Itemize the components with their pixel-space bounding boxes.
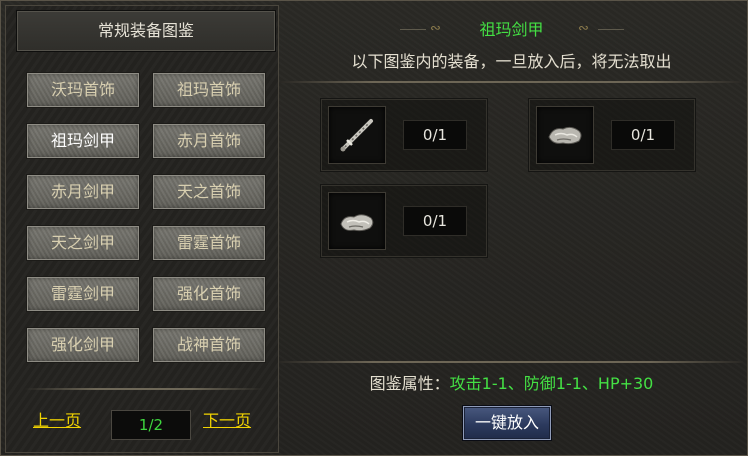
equipment-slot[interactable]: 0/1 [320, 184, 488, 258]
page-indicator: 1/2 [111, 410, 191, 440]
equipment-slot[interactable]: 0/1 [320, 98, 488, 172]
count-display: 0/1 [611, 120, 675, 150]
attribute-line: 图鉴属性：攻击1-1、防御1-1、HP+30 [280, 373, 743, 395]
ornament-right-icon: ∾ [578, 21, 589, 36]
prev-page-link[interactable]: 上一页 [33, 410, 81, 432]
category-button[interactable]: 赤月首饰 [152, 123, 266, 159]
divider [280, 81, 743, 83]
category-button[interactable]: 强化剑甲 [26, 327, 140, 363]
notice-text: 以下图鉴内的装备，一旦放入后，将无法取出 [351, 52, 672, 71]
next-page-link[interactable]: 下一页 [203, 410, 251, 432]
category-button[interactable]: 天之首饰 [152, 174, 266, 210]
armor-icon[interactable] [328, 192, 386, 250]
attribute-value: 攻击1-1、防御1-1、HP+30 [449, 374, 654, 393]
atlas-window: 常规装备图鉴 沃玛首饰 祖玛首饰 祖玛剑甲 赤月首饰 赤月剑甲 天之首饰 天之剑… [0, 0, 748, 456]
category-button[interactable]: 雷霆首饰 [152, 225, 266, 261]
category-button[interactable]: 强化首饰 [152, 276, 266, 312]
category-button-selected[interactable]: 祖玛剑甲 [26, 123, 140, 159]
equipment-slot[interactable]: 0/1 [528, 98, 696, 172]
attribute-label: 图鉴属性： [369, 374, 450, 393]
divider [24, 388, 264, 390]
panel-title: 常规装备图鉴 [16, 10, 276, 52]
category-button[interactable]: 天之剑甲 [26, 225, 140, 261]
count-display: 0/1 [403, 206, 467, 236]
armor-icon[interactable] [536, 106, 594, 164]
item-title: 祖玛剑甲 [479, 20, 544, 39]
category-button[interactable]: 赤月剑甲 [26, 174, 140, 210]
detail-panel: ∾ 祖玛剑甲 ∾ 以下图鉴内的装备，一旦放入后，将无法取出 0/1 0/1 0/… [280, 5, 743, 451]
category-button[interactable]: 祖玛首饰 [152, 72, 266, 108]
header-line-right [598, 29, 624, 30]
category-button[interactable]: 战神首饰 [152, 327, 266, 363]
divider [280, 361, 743, 363]
put-all-button[interactable]: 一键放入 [462, 405, 552, 441]
category-button[interactable]: 雷霆剑甲 [26, 276, 140, 312]
sword-icon[interactable] [328, 106, 386, 164]
category-panel: 常规装备图鉴 沃玛首饰 祖玛首饰 祖玛剑甲 赤月首饰 赤月剑甲 天之首饰 天之剑… [5, 5, 279, 453]
category-button[interactable]: 沃玛首饰 [26, 72, 140, 108]
count-display: 0/1 [403, 120, 467, 150]
